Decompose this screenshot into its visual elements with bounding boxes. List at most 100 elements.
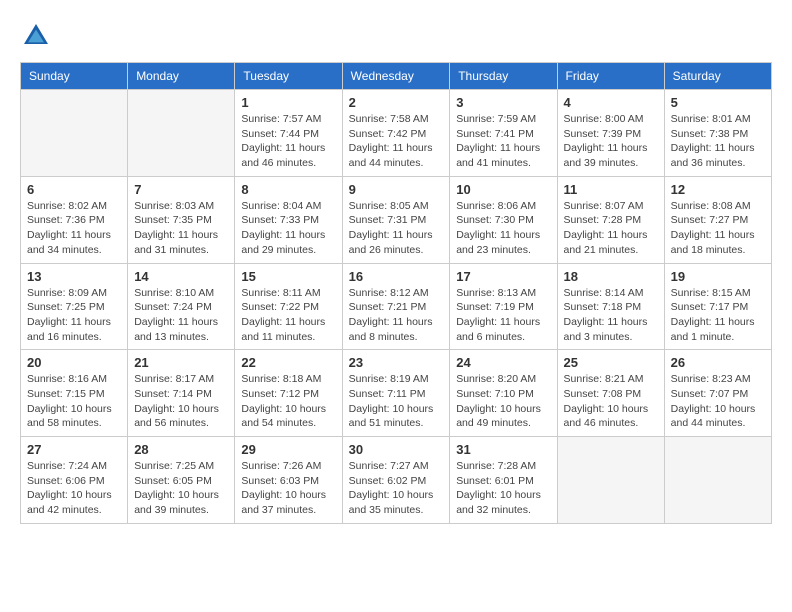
calendar-cell: 24 Sunrise: 8:20 AMSunset: 7:10 PMDayligh… bbox=[450, 350, 557, 437]
weekday-header: Monday bbox=[128, 63, 235, 90]
calendar-cell: 26 Sunrise: 8:23 AMSunset: 7:07 PMDayligh… bbox=[664, 350, 771, 437]
calendar-cell: 14 Sunrise: 8:10 AMSunset: 7:24 PMDayligh… bbox=[128, 263, 235, 350]
calendar-cell: 28 Sunrise: 7:25 AMSunset: 6:05 PMDayligh… bbox=[128, 437, 235, 524]
calendar-cell: 29 Sunrise: 7:26 AMSunset: 6:03 PMDayligh… bbox=[235, 437, 342, 524]
day-number: 20 bbox=[27, 355, 121, 370]
calendar-cell: 2 Sunrise: 7:58 AMSunset: 7:42 PMDaylight… bbox=[342, 90, 450, 177]
calendar-cell: 7Sunrise: 8:03 AMSunset: 7:35 PMDaylight… bbox=[128, 176, 235, 263]
day-number: 10 bbox=[456, 182, 550, 197]
calendar-cell: 5 Sunrise: 8:01 AMSunset: 7:38 PMDaylight… bbox=[664, 90, 771, 177]
day-number: 28 bbox=[134, 442, 228, 457]
calendar-cell: 3 Sunrise: 7:59 AMSunset: 7:41 PMDaylight… bbox=[450, 90, 557, 177]
day-number: 1 bbox=[241, 95, 335, 110]
calendar-cell: 22 Sunrise: 8:18 AMSunset: 7:12 PMDayligh… bbox=[235, 350, 342, 437]
day-number: 12 bbox=[671, 182, 765, 197]
day-info: Sunrise: 7:25 AMSunset: 6:05 PMDaylight:… bbox=[134, 459, 228, 518]
calendar-cell: 16 Sunrise: 8:12 AMSunset: 7:21 PMDayligh… bbox=[342, 263, 450, 350]
day-info: Sunrise: 8:11 AMSunset: 7:22 PMDaylight:… bbox=[241, 286, 335, 345]
day-number: 27 bbox=[27, 442, 121, 457]
calendar-week-row: 20 Sunrise: 8:16 AMSunset: 7:15 PMDayligh… bbox=[21, 350, 772, 437]
day-info: Sunrise: 8:18 AMSunset: 7:12 PMDaylight:… bbox=[241, 372, 335, 431]
calendar-cell bbox=[557, 437, 664, 524]
day-number: 25 bbox=[564, 355, 658, 370]
day-number: 17 bbox=[456, 269, 550, 284]
calendar-cell: 31Sunrise: 7:28 AMSunset: 6:01 PMDayligh… bbox=[450, 437, 557, 524]
calendar-cell: 27 Sunrise: 7:24 AMSunset: 6:06 PMDayligh… bbox=[21, 437, 128, 524]
day-number: 18 bbox=[564, 269, 658, 284]
day-info: Sunrise: 7:26 AMSunset: 6:03 PMDaylight:… bbox=[241, 459, 335, 518]
day-info: Sunrise: 8:05 AMSunset: 7:31 PMDaylight:… bbox=[349, 199, 444, 258]
calendar-cell: 1 Sunrise: 7:57 AMSunset: 7:44 PMDaylight… bbox=[235, 90, 342, 177]
calendar-cell bbox=[664, 437, 771, 524]
day-info: Sunrise: 8:19 AMSunset: 7:11 PMDaylight:… bbox=[349, 372, 444, 431]
day-info: Sunrise: 8:02 AMSunset: 7:36 PMDaylight:… bbox=[27, 199, 121, 258]
calendar-cell: 25 Sunrise: 8:21 AMSunset: 7:08 PMDayligh… bbox=[557, 350, 664, 437]
calendar-week-row: 13 Sunrise: 8:09 AMSunset: 7:25 PMDayligh… bbox=[21, 263, 772, 350]
weekday-header: Wednesday bbox=[342, 63, 450, 90]
day-number: 14 bbox=[134, 269, 228, 284]
day-info: Sunrise: 8:20 AMSunset: 7:10 PMDaylight:… bbox=[456, 372, 550, 431]
day-number: 8 bbox=[241, 182, 335, 197]
calendar-cell: 10 Sunrise: 8:06 AMSunset: 7:30 PMDayligh… bbox=[450, 176, 557, 263]
calendar-header-row: SundayMondayTuesdayWednesdayThursdayFrid… bbox=[21, 63, 772, 90]
day-number: 22 bbox=[241, 355, 335, 370]
day-info: Sunrise: 7:57 AMSunset: 7:44 PMDaylight:… bbox=[241, 112, 335, 171]
day-number: 7 bbox=[134, 182, 228, 197]
day-number: 5 bbox=[671, 95, 765, 110]
calendar-cell: 13 Sunrise: 8:09 AMSunset: 7:25 PMDayligh… bbox=[21, 263, 128, 350]
calendar-week-row: 6 Sunrise: 8:02 AMSunset: 7:36 PMDaylight… bbox=[21, 176, 772, 263]
day-number: 3 bbox=[456, 95, 550, 110]
calendar-cell: 30Sunrise: 7:27 AMSunset: 6:02 PMDayligh… bbox=[342, 437, 450, 524]
calendar-cell: 23Sunrise: 8:19 AMSunset: 7:11 PMDayligh… bbox=[342, 350, 450, 437]
weekday-header: Thursday bbox=[450, 63, 557, 90]
calendar-cell: 21 Sunrise: 8:17 AMSunset: 7:14 PMDayligh… bbox=[128, 350, 235, 437]
day-number: 6 bbox=[27, 182, 121, 197]
weekday-header: Tuesday bbox=[235, 63, 342, 90]
calendar: SundayMondayTuesdayWednesdayThursdayFrid… bbox=[20, 62, 772, 524]
day-number: 26 bbox=[671, 355, 765, 370]
day-number: 4 bbox=[564, 95, 658, 110]
day-info: Sunrise: 8:09 AMSunset: 7:25 PMDaylight:… bbox=[27, 286, 121, 345]
day-number: 31 bbox=[456, 442, 550, 457]
day-info: Sunrise: 8:04 AMSunset: 7:33 PMDaylight:… bbox=[241, 199, 335, 258]
day-info: Sunrise: 8:06 AMSunset: 7:30 PMDaylight:… bbox=[456, 199, 550, 258]
day-info: Sunrise: 8:07 AMSunset: 7:28 PMDaylight:… bbox=[564, 199, 658, 258]
calendar-cell: 17 Sunrise: 8:13 AMSunset: 7:19 PMDayligh… bbox=[450, 263, 557, 350]
calendar-cell bbox=[128, 90, 235, 177]
day-info: Sunrise: 8:01 AMSunset: 7:38 PMDaylight:… bbox=[671, 112, 765, 171]
day-info: Sunrise: 8:21 AMSunset: 7:08 PMDaylight:… bbox=[564, 372, 658, 431]
day-number: 16 bbox=[349, 269, 444, 284]
day-info: Sunrise: 8:10 AMSunset: 7:24 PMDaylight:… bbox=[134, 286, 228, 345]
weekday-header: Saturday bbox=[664, 63, 771, 90]
day-info: Sunrise: 7:59 AMSunset: 7:41 PMDaylight:… bbox=[456, 112, 550, 171]
day-number: 15 bbox=[241, 269, 335, 284]
day-info: Sunrise: 7:58 AMSunset: 7:42 PMDaylight:… bbox=[349, 112, 444, 171]
weekday-header: Sunday bbox=[21, 63, 128, 90]
calendar-cell: 6 Sunrise: 8:02 AMSunset: 7:36 PMDaylight… bbox=[21, 176, 128, 263]
day-number: 21 bbox=[134, 355, 228, 370]
calendar-cell: 8 Sunrise: 8:04 AMSunset: 7:33 PMDaylight… bbox=[235, 176, 342, 263]
day-info: Sunrise: 8:12 AMSunset: 7:21 PMDaylight:… bbox=[349, 286, 444, 345]
day-info: Sunrise: 8:15 AMSunset: 7:17 PMDaylight:… bbox=[671, 286, 765, 345]
day-number: 2 bbox=[349, 95, 444, 110]
day-info: Sunrise: 8:13 AMSunset: 7:19 PMDaylight:… bbox=[456, 286, 550, 345]
day-number: 9 bbox=[349, 182, 444, 197]
header bbox=[20, 20, 772, 52]
day-info: Sunrise: 8:17 AMSunset: 7:14 PMDaylight:… bbox=[134, 372, 228, 431]
calendar-cell: 18Sunrise: 8:14 AMSunset: 7:18 PMDayligh… bbox=[557, 263, 664, 350]
calendar-cell: 4 Sunrise: 8:00 AMSunset: 7:39 PMDaylight… bbox=[557, 90, 664, 177]
calendar-cell bbox=[21, 90, 128, 177]
calendar-cell: 9 Sunrise: 8:05 AMSunset: 7:31 PMDaylight… bbox=[342, 176, 450, 263]
calendar-cell: 19Sunrise: 8:15 AMSunset: 7:17 PMDayligh… bbox=[664, 263, 771, 350]
calendar-cell: 12Sunrise: 8:08 AMSunset: 7:27 PMDayligh… bbox=[664, 176, 771, 263]
calendar-cell: 20 Sunrise: 8:16 AMSunset: 7:15 PMDayligh… bbox=[21, 350, 128, 437]
day-number: 29 bbox=[241, 442, 335, 457]
calendar-cell: 15 Sunrise: 8:11 AMSunset: 7:22 PMDayligh… bbox=[235, 263, 342, 350]
day-info: Sunrise: 8:16 AMSunset: 7:15 PMDaylight:… bbox=[27, 372, 121, 431]
calendar-week-row: 27 Sunrise: 7:24 AMSunset: 6:06 PMDayligh… bbox=[21, 437, 772, 524]
day-info: Sunrise: 8:23 AMSunset: 7:07 PMDaylight:… bbox=[671, 372, 765, 431]
day-number: 24 bbox=[456, 355, 550, 370]
day-info: Sunrise: 8:00 AMSunset: 7:39 PMDaylight:… bbox=[564, 112, 658, 171]
day-number: 13 bbox=[27, 269, 121, 284]
day-info: Sunrise: 7:24 AMSunset: 6:06 PMDaylight:… bbox=[27, 459, 121, 518]
